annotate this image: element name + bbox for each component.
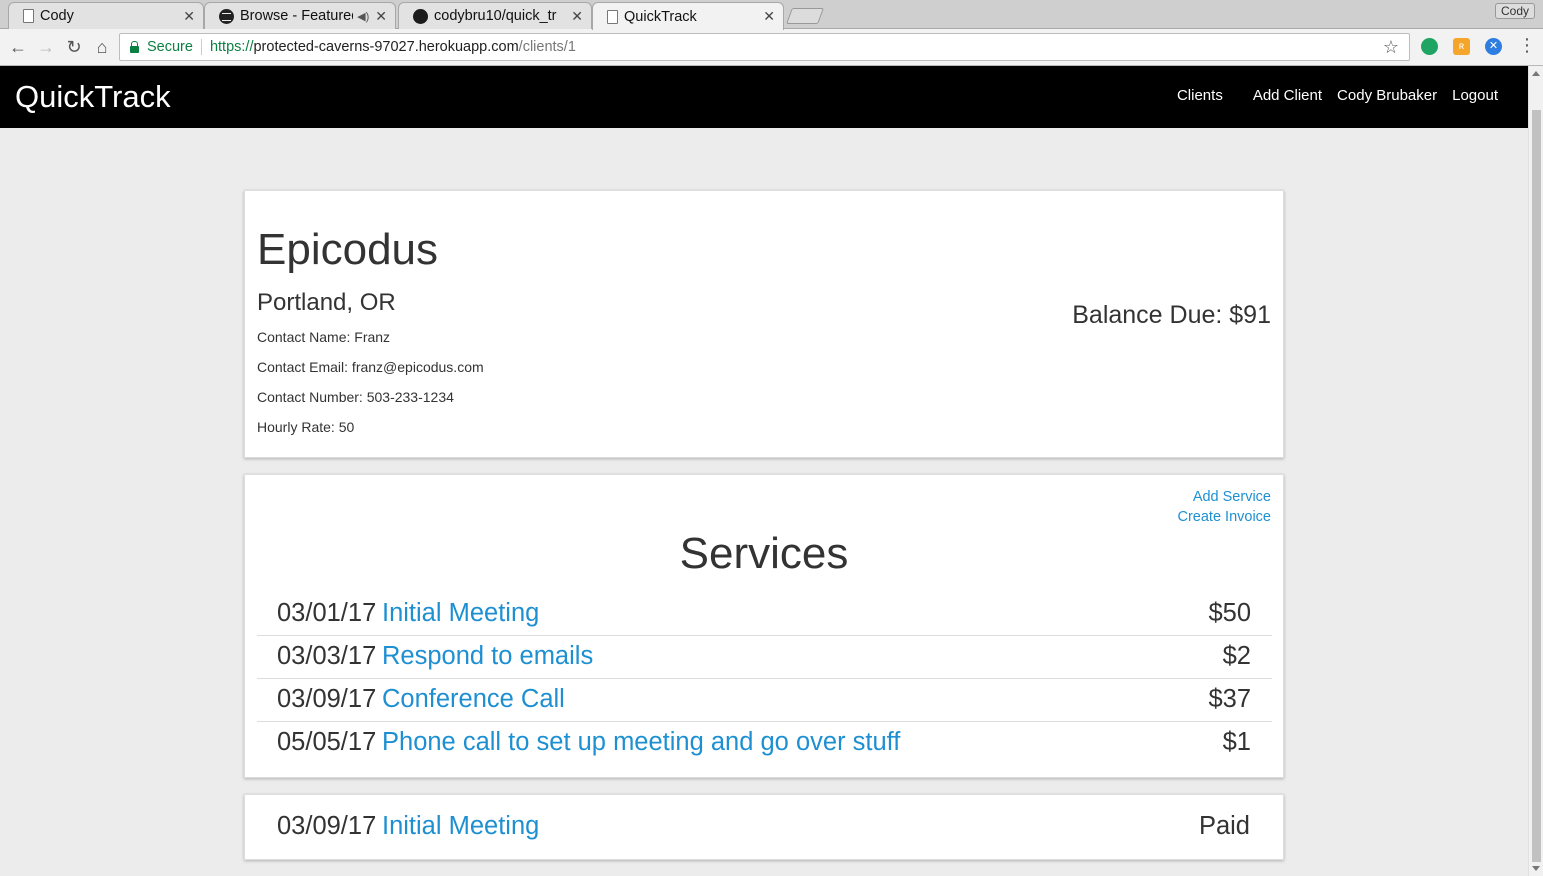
- secure-label: Secure: [147, 39, 193, 55]
- contact-email: Contact Email: franz@epicodus.com: [257, 359, 484, 375]
- service-date: 05/05/17: [277, 728, 377, 756]
- services-card: Add Service Create Invoice Services 03/0…: [244, 474, 1284, 778]
- services-title: Services: [679, 529, 849, 578]
- forward-arrow-icon[interactable]: →: [34, 35, 58, 59]
- close-icon[interactable]: ✕: [571, 8, 583, 25]
- speaker-icon[interactable]: ◀): [357, 10, 369, 23]
- client-location: Portland, OR: [257, 289, 396, 316]
- url-scheme: https://: [209, 39, 254, 55]
- browser-tab-github[interactable]: codybru10/quick_tr ✕: [398, 2, 592, 29]
- profile-button[interactable]: Cody: [1494, 3, 1535, 19]
- scroll-up-icon[interactable]: [1532, 71, 1540, 76]
- service-date: 03/03/17: [277, 642, 377, 670]
- browser-toolbar: ← → ↻ ⌂ Secure https://protected-caverns…: [0, 29, 1543, 66]
- home-icon[interactable]: ⌂: [90, 35, 114, 59]
- address-bar[interactable]: Secure https://protected-caverns-97027.h…: [119, 33, 1410, 61]
- scroll-thumb[interactable]: [1532, 110, 1541, 862]
- new-tab-button[interactable]: [786, 8, 824, 24]
- tab-title: QuickTrack: [624, 8, 697, 25]
- service-name-link[interactable]: Phone call to set up meeting and go over…: [382, 728, 900, 757]
- close-icon[interactable]: ✕: [375, 8, 387, 25]
- browser-tabstrip: Cody ✕ Browse - Featured ◀) ✕ codybru10/…: [0, 0, 1543, 30]
- service-name-link[interactable]: Initial Meeting: [382, 599, 539, 628]
- service-name-link[interactable]: Conference Call: [382, 685, 565, 714]
- service-row: 03/09/17 Conference Call $37: [257, 679, 1272, 722]
- grammarly-extension-icon[interactable]: [1421, 38, 1438, 55]
- service-date: 03/01/17: [277, 599, 377, 627]
- service-name-link[interactable]: Respond to emails: [382, 642, 593, 671]
- document-icon: [23, 9, 34, 23]
- invoice-date: 03/09/17: [277, 812, 377, 840]
- reload-icon[interactable]: ↻: [62, 35, 86, 59]
- service-price: $1: [1222, 728, 1251, 756]
- url-host: protected-caverns-97027.herokuapp.com: [253, 39, 519, 55]
- browser-tab-spotify[interactable]: Browse - Featured ◀) ✕: [204, 2, 396, 29]
- rss-extension-icon[interactable]: ʀ: [1453, 38, 1470, 55]
- tab-title: Browse - Featured: [240, 8, 354, 24]
- scroll-down-icon[interactable]: [1532, 866, 1540, 871]
- nav-add-client-link[interactable]: Add Client: [1253, 87, 1322, 104]
- nav-user-link[interactable]: Cody Brubaker: [1337, 87, 1437, 104]
- hourly-rate: Hourly Rate: 50: [257, 419, 355, 435]
- service-date: 03/09/17: [277, 685, 377, 713]
- page-scrollbar[interactable]: [1528, 66, 1543, 876]
- nav-links: Clients Add Client Cody Brubaker Logout: [1177, 87, 1498, 104]
- client-card: Epicodus Portland, OR Contact Name: Fran…: [244, 190, 1284, 458]
- document-icon: [607, 9, 618, 24]
- invoice-name-link[interactable]: Initial Meeting: [382, 812, 539, 841]
- divider: [200, 39, 202, 55]
- service-row: 05/05/17 Phone call to set up meeting an…: [257, 722, 1272, 765]
- spotify-icon: [219, 8, 234, 24]
- blue-extension-icon[interactable]: ✕: [1485, 38, 1502, 55]
- client-name: Epicodus: [257, 225, 439, 274]
- balance-due: Balance Due: $91: [1072, 301, 1271, 329]
- tab-title: Cody: [40, 8, 74, 24]
- brand-logo[interactable]: QuickTrack: [15, 79, 171, 115]
- bookmark-star-icon[interactable]: ☆: [1383, 37, 1399, 58]
- invoice-row: 03/09/17 Initial Meeting Paid: [245, 795, 1283, 861]
- contact-name: Contact Name: Franz: [257, 329, 391, 345]
- browser-tab-cody[interactable]: Cody ✕: [8, 2, 204, 29]
- app-navbar: QuickTrack Clients Add Client Cody Bruba…: [0, 66, 1528, 128]
- nav-logout-link[interactable]: Logout: [1452, 87, 1498, 104]
- close-icon[interactable]: ✕: [183, 8, 195, 25]
- add-service-link[interactable]: Add Service: [1193, 489, 1271, 505]
- invoice-card: 03/09/17 Initial Meeting Paid: [244, 794, 1284, 860]
- invoice-status: Paid: [1198, 812, 1250, 840]
- contact-number: Contact Number: 503-233-1234: [257, 389, 454, 405]
- service-row: 03/01/17 Initial Meeting $50: [257, 593, 1272, 636]
- service-price: $37: [1208, 685, 1251, 713]
- tab-title: codybru10/quick_tr: [434, 8, 557, 24]
- url-path: /clients/1: [518, 39, 576, 55]
- github-icon: [413, 8, 428, 24]
- service-price: $50: [1208, 599, 1251, 627]
- service-price: $2: [1222, 642, 1251, 670]
- close-icon[interactable]: ✕: [763, 8, 775, 25]
- nav-clients-link[interactable]: Clients: [1177, 87, 1223, 104]
- create-invoice-link[interactable]: Create Invoice: [1178, 509, 1272, 525]
- lock-icon: [130, 40, 139, 53]
- back-arrow-icon[interactable]: ←: [6, 35, 30, 59]
- browser-tab-quicktrack[interactable]: QuickTrack ✕: [592, 2, 784, 30]
- service-row: 03/03/17 Respond to emails $2: [257, 636, 1272, 679]
- browser-menu-icon[interactable]: ⋮: [1518, 35, 1536, 56]
- services-list: 03/01/17 Initial Meeting $50 03/03/17 Re…: [257, 593, 1272, 765]
